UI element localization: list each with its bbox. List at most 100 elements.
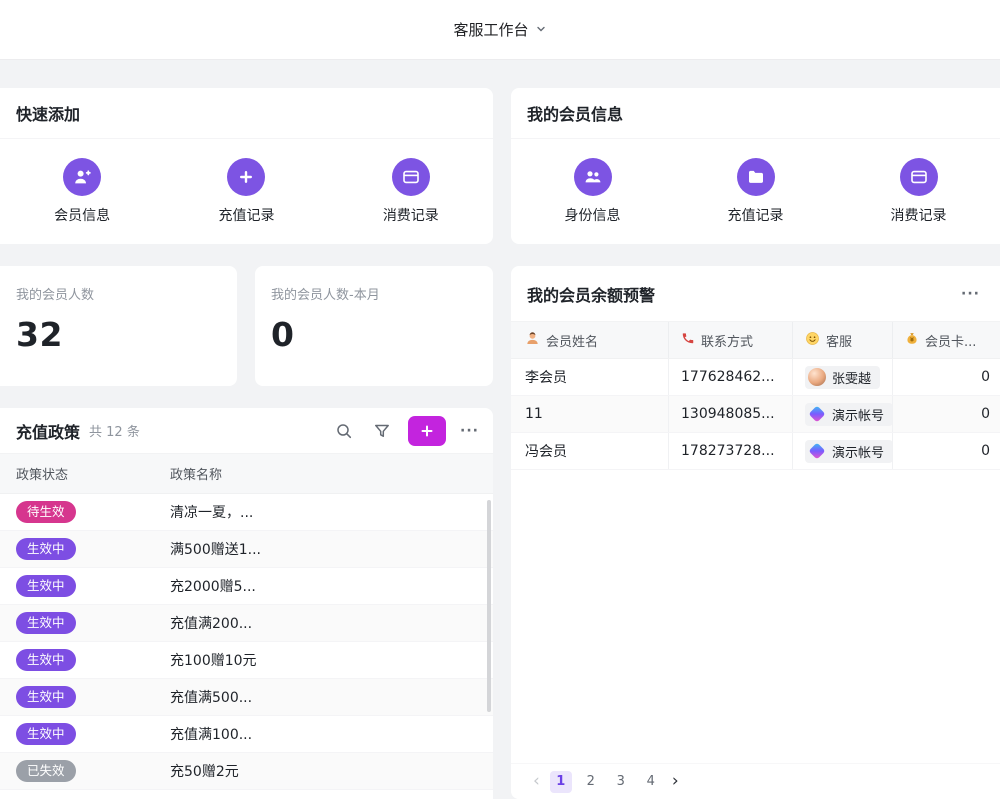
policy-name: 满500赠送1... <box>170 539 493 559</box>
member-name: 11 <box>511 396 668 432</box>
policy-name: 充值满200... <box>170 613 493 633</box>
column-header-agent[interactable]: 客服 <box>792 322 892 358</box>
table-row[interactable]: 生效中 充2000赠5... <box>0 568 493 605</box>
table-row[interactable]: 11 130948085... 演示帐号 0 <box>511 396 1000 433</box>
next-page-button[interactable]: › <box>670 773 681 790</box>
agent-badge: 演示帐号 <box>805 440 892 463</box>
status-badge: 生效中 <box>16 686 76 709</box>
member-info-title: 我的会员信息 <box>527 101 623 125</box>
table-row[interactable]: 生效中 充100赠10元 <box>0 642 493 679</box>
workbench-page: 客服工作台 快速添加 会员信息 充值记录 <box>0 0 1000 799</box>
member-info-actions: 身份信息 充值记录 消费记录 <box>511 139 1000 243</box>
search-icon[interactable] <box>332 419 356 443</box>
column-header-contact[interactable]: 联系方式 <box>668 322 792 358</box>
demo-account-icon <box>809 443 826 460</box>
agent-name: 张雯越 <box>832 368 871 387</box>
filter-icon[interactable] <box>370 419 394 443</box>
quick-add-recharge-record[interactable]: 充值记录 <box>164 158 328 225</box>
agent-name: 演示帐号 <box>832 442 884 461</box>
policy-name: 清凉一夏，... <box>170 502 493 522</box>
status-badge: 生效中 <box>16 538 76 561</box>
quick-add-label: 消费记录 <box>383 205 439 225</box>
recharge-policy-title: 充值政策 <box>16 419 80 443</box>
quick-add-member-info[interactable]: 会员信息 <box>0 158 164 225</box>
balance-alert-card: 我的会员余额预警 ··· 会员姓名 联系方式 客服 <box>511 266 1000 799</box>
more-options-button[interactable]: ··· <box>460 423 479 439</box>
status-badge: 生效中 <box>16 612 76 635</box>
page-button-1[interactable]: 1 <box>550 771 572 793</box>
table-row[interactable]: 已失效 充50赠2元 <box>0 753 493 790</box>
column-label: 会员姓名 <box>546 331 598 350</box>
column-header-member-name[interactable]: 会员姓名 <box>511 322 668 358</box>
column-header-name[interactable]: 政策名称 <box>170 464 493 483</box>
column-header-status[interactable]: 政策状态 <box>0 464 170 483</box>
quick-add-actions: 会员信息 充值记录 消费记录 <box>0 139 493 243</box>
quick-add-header: 快速添加 <box>0 88 493 139</box>
shortcut-label: 身份信息 <box>565 205 621 225</box>
table-row[interactable]: 待生效 清凉一夏，... <box>0 494 493 531</box>
quick-add-consume-record[interactable]: 消费记录 <box>329 158 493 225</box>
balance-alert-header: 我的会员余额预警 ··· <box>511 266 1000 322</box>
stat-value: 0 <box>271 315 477 354</box>
more-options-button[interactable]: ··· <box>961 286 980 302</box>
demo-account-icon <box>809 406 826 423</box>
table-row[interactable]: 生效中 充值满100... <box>0 716 493 753</box>
add-record-button[interactable] <box>408 416 446 446</box>
member-contact: 178273728... <box>668 433 792 469</box>
phone-icon <box>681 331 695 349</box>
policy-name: 充2000赠5... <box>170 576 493 596</box>
page-title: 客服工作台 <box>453 19 528 40</box>
balance-alert-title: 我的会员余额预警 <box>527 282 655 306</box>
recharge-policy-header: 充值政策 共 12 条 ··· <box>0 408 493 454</box>
card-icon <box>392 158 430 196</box>
member-info-header: 我的会员信息 <box>511 88 1000 139</box>
identity-info-shortcut[interactable]: 身份信息 <box>511 158 674 225</box>
column-label: 客服 <box>826 331 852 350</box>
member-name: 冯会员 <box>511 433 668 469</box>
stat-card-member-count-month: 我的会员人数-本月 0 <box>255 266 493 386</box>
page-button-4[interactable]: 4 <box>640 771 662 793</box>
prev-page-button[interactable]: ‹ <box>531 773 542 790</box>
page-button-3[interactable]: 3 <box>610 771 632 793</box>
status-badge: 已失效 <box>16 760 76 783</box>
workspace-switcher[interactable]: 客服工作台 <box>453 19 546 40</box>
pagination: ‹ 1 2 3 4 › <box>511 763 1000 799</box>
table-toolbar: ··· <box>332 416 479 446</box>
member-contact: 130948085... <box>668 396 792 432</box>
chevron-down-icon <box>535 20 547 39</box>
record-count: 共 12 条 <box>89 421 140 440</box>
table-row[interactable]: 生效中 充值满200... <box>0 605 493 642</box>
status-badge: 生效中 <box>16 649 76 672</box>
column-header-member-card[interactable]: ¥ 会员卡... <box>892 322 1000 358</box>
page-button-2[interactable]: 2 <box>580 771 602 793</box>
policy-name: 充值满100... <box>170 724 493 744</box>
stat-value: 32 <box>16 315 221 354</box>
policy-table-header: 政策状态 政策名称 <box>0 454 493 494</box>
money-bag-icon: ¥ <box>905 331 919 350</box>
svg-text:¥: ¥ <box>910 337 914 343</box>
table-row[interactable]: 冯会员 178273728... 演示帐号 0 <box>511 433 1000 470</box>
policy-name: 充50赠2元 <box>170 761 493 781</box>
shortcut-label: 消费记录 <box>891 205 947 225</box>
quick-add-label: 会员信息 <box>54 205 110 225</box>
status-badge: 生效中 <box>16 575 76 598</box>
consume-record-shortcut[interactable]: 消费记录 <box>837 158 1000 225</box>
card-icon <box>900 158 938 196</box>
member-contact: 177628462... <box>668 359 792 395</box>
table-row[interactable]: 生效中 满500赠送1... <box>0 531 493 568</box>
table-row[interactable]: 生效中 充值满500... <box>0 679 493 716</box>
column-label: 会员卡... <box>925 331 976 350</box>
recharge-policy-card: 充值政策 共 12 条 ··· 政策状态 政策名称 待生效 <box>0 408 493 799</box>
person-icon <box>525 331 540 350</box>
table-row[interactable]: 李会员 177628462... 张雯越 0 <box>511 359 1000 396</box>
folder-icon <box>737 158 775 196</box>
recharge-record-shortcut[interactable]: 充值记录 <box>674 158 837 225</box>
avatar <box>808 368 826 386</box>
quick-add-label: 充值记录 <box>218 205 274 225</box>
scrollbar[interactable] <box>487 500 491 712</box>
stat-card-member-count: 我的会员人数 32 <box>0 266 237 386</box>
shortcut-label: 充值记录 <box>728 205 784 225</box>
policy-name: 充值满500... <box>170 687 493 707</box>
member-balance: 0 <box>892 396 1000 432</box>
people-icon <box>574 158 612 196</box>
